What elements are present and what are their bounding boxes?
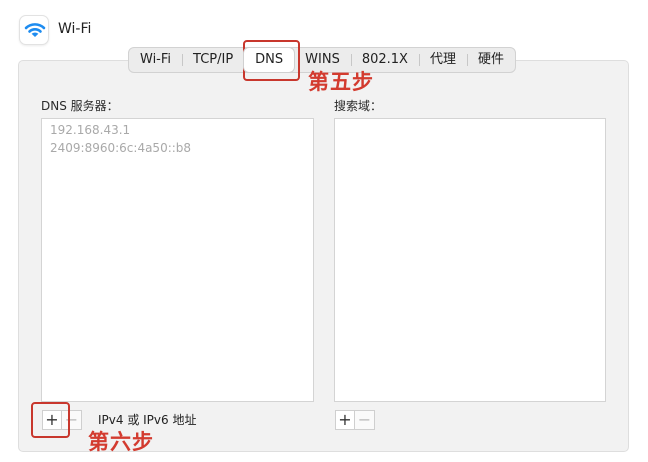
step6-annotation: 第六步: [88, 430, 154, 454]
step6-highlight-box: [31, 402, 70, 438]
list-item[interactable]: 2409:8960:6c:4a50::b8: [42, 139, 313, 157]
tab-proxy[interactable]: 代理: [418, 48, 467, 72]
wifi-icon: [19, 15, 49, 45]
dns-servers-label: DNS 服务器：: [41, 99, 119, 113]
tab-wifi[interactable]: Wi-Fi: [129, 48, 182, 72]
window-title: Wi-Fi: [58, 21, 92, 37]
list-item[interactable]: 192.168.43.1: [42, 121, 313, 139]
search-domains-label: 搜索域：: [334, 99, 383, 113]
tab-tcpip[interactable]: TCP/IP: [182, 48, 244, 72]
search-domain-button-group: + −: [335, 410, 375, 430]
add-search-domain-button[interactable]: +: [335, 410, 355, 430]
tab-hardware[interactable]: 硬件: [466, 48, 515, 72]
step5-annotation: 第五步: [308, 70, 374, 94]
search-domains-list[interactable]: [334, 118, 606, 402]
remove-search-domain-button[interactable]: −: [355, 410, 375, 430]
dns-address-hint: IPv4 或 IPv6 地址: [98, 413, 197, 427]
dns-servers-list[interactable]: 192.168.43.1 2409:8960:6c:4a50::b8: [41, 118, 314, 402]
tab-dns[interactable]: DNS: [244, 48, 295, 72]
